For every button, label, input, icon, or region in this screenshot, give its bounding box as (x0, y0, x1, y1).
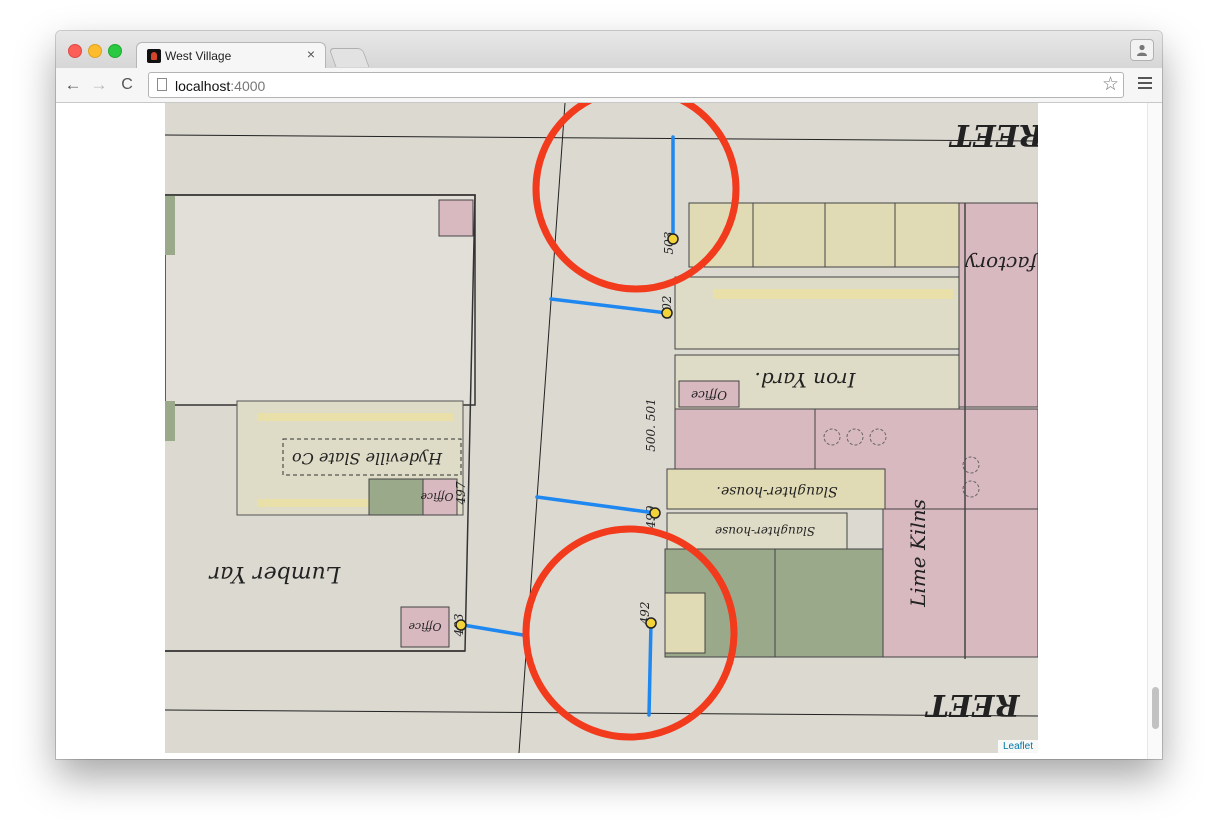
url-host: localhost (175, 78, 231, 94)
marker-493[interactable] (455, 619, 467, 631)
minimize-window-button[interactable] (88, 44, 102, 58)
forward-arrow-icon[interactable]: → (90, 76, 108, 94)
left-block-building (165, 194, 476, 406)
maximize-window-button[interactable] (108, 44, 122, 58)
green-yard-2 (774, 548, 884, 658)
link-line-5 (647, 621, 653, 717)
person-icon (1137, 44, 1147, 56)
close-window-button[interactable] (68, 44, 82, 58)
browser-tab[interactable]: West Village × (136, 42, 326, 68)
lumber-yard-label: Lumber Yar (208, 561, 341, 586)
green-office (368, 478, 426, 516)
factory-label: factory (965, 252, 1038, 276)
historical-map: REET REET factory Iron Yard. Office Slau… (165, 103, 1038, 753)
factory-building (958, 202, 1038, 408)
addr-500-501: 500. 501 (644, 398, 658, 451)
vertical-scrollbar[interactable] (1147, 103, 1162, 759)
iron-office-label: Office (691, 388, 727, 402)
yellow-strip (257, 413, 453, 421)
lumber-office-label: Office (408, 620, 441, 633)
browser-toolbar: ← → C localhost:4000 ☆ (56, 68, 1162, 103)
address-bar[interactable]: localhost:4000 ☆ (148, 72, 1124, 98)
tab-strip: West Village × (56, 31, 1162, 68)
reload-icon[interactable]: C (118, 76, 136, 94)
slaughter-house-label: Slaughter-house. (716, 483, 837, 499)
row-houses-top (688, 202, 960, 268)
bookmark-star-icon[interactable]: ☆ (1102, 75, 1119, 95)
slaughter-house-2-label: Slaughter-house (715, 524, 815, 538)
left-green-edge (165, 195, 175, 255)
favicon-icon (147, 49, 161, 63)
left-green-edge-2 (165, 401, 175, 441)
street-name-bottom: REET (924, 687, 1021, 722)
addr-497: 497 (454, 481, 468, 505)
lime-kilns-label: Lime Kilns (906, 499, 930, 608)
back-arrow-icon[interactable]: ← (64, 76, 82, 94)
marker-499[interactable] (649, 507, 661, 519)
pink-block-mid (674, 408, 816, 470)
street-name-top: REET (948, 117, 1038, 152)
new-tab-button[interactable] (328, 48, 370, 67)
page-content: REET REET factory Iron Yard. Office Slau… (56, 103, 1162, 759)
corner-pink (438, 199, 474, 237)
iron-yard-label: Iron Yard. (754, 368, 856, 392)
slate-co-label: Hydeville Slate Co (292, 449, 443, 468)
browser-window: West Village × ← → C localhost:4000 ☆ RE… (56, 31, 1162, 759)
lot-492 (664, 592, 706, 654)
tab-title: West Village (165, 49, 232, 63)
marker-492[interactable] (645, 617, 657, 629)
page-icon (157, 78, 167, 91)
leaflet-attribution[interactable]: Leaflet (997, 740, 1038, 753)
hamburger-menu-icon[interactable] (1138, 77, 1152, 92)
map-container[interactable]: REET REET factory Iron Yard. Office Slau… (165, 103, 1038, 753)
url-port: :4000 (230, 78, 266, 94)
marker-502[interactable] (661, 307, 673, 319)
url-text[interactable]: localhost:4000 (175, 78, 265, 94)
lot-502 (674, 276, 960, 350)
slate-office-label: Office (420, 490, 453, 503)
marker-503[interactable] (667, 233, 679, 245)
tab-close-icon[interactable]: × (307, 46, 315, 62)
profile-button[interactable] (1130, 39, 1154, 61)
scroll-thumb[interactable] (1152, 687, 1159, 729)
